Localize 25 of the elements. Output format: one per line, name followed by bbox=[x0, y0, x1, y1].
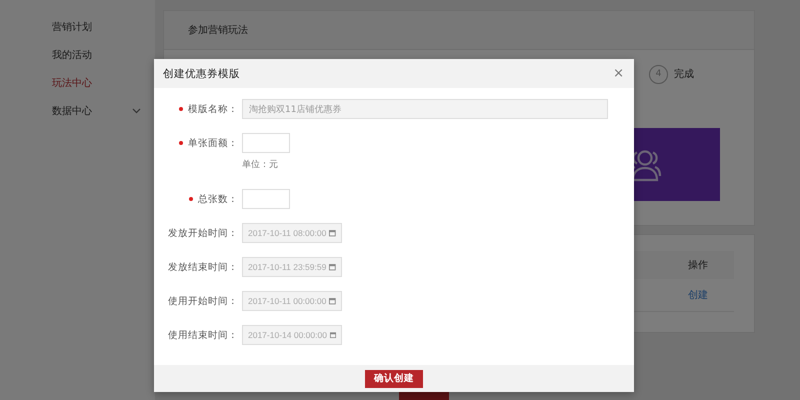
calendar-icon bbox=[329, 229, 336, 237]
create-link[interactable]: 创建 bbox=[688, 288, 708, 302]
field-label: 模版名称： bbox=[188, 102, 238, 116]
dialog-title: 创建优惠券模版 bbox=[163, 66, 240, 80]
column-header: 操作 bbox=[688, 259, 708, 272]
field-label: 使用开始时间： bbox=[168, 294, 238, 308]
sidebar-item[interactable]: 玩法中心 bbox=[0, 69, 155, 97]
calendar-icon bbox=[330, 331, 336, 339]
hint-text: 单位：元 bbox=[242, 158, 279, 171]
field-label: 总张数： bbox=[198, 192, 238, 206]
sidebar-item[interactable]: 数据中心 bbox=[0, 97, 155, 125]
confirm-button[interactable]: 确认创建 bbox=[365, 370, 423, 388]
sidebar-item[interactable]: 我的活动 bbox=[0, 41, 155, 69]
input-field[interactable] bbox=[242, 133, 290, 153]
field-label: 使用结束时间： bbox=[168, 328, 238, 342]
card-title: 参加营销玩法 bbox=[188, 24, 248, 37]
close-button[interactable]: × bbox=[609, 66, 628, 81]
calendar-icon bbox=[329, 263, 336, 271]
sidebar-item[interactable]: 营销计划 bbox=[0, 13, 155, 41]
field-label: 发放结束时间： bbox=[168, 260, 238, 274]
field-label: 单张面额： bbox=[188, 136, 238, 150]
input-field[interactable] bbox=[242, 189, 290, 209]
step-label: 完成 bbox=[674, 68, 694, 81]
calendar-icon bbox=[329, 297, 336, 305]
field-label: 发放开始时间： bbox=[168, 226, 238, 240]
